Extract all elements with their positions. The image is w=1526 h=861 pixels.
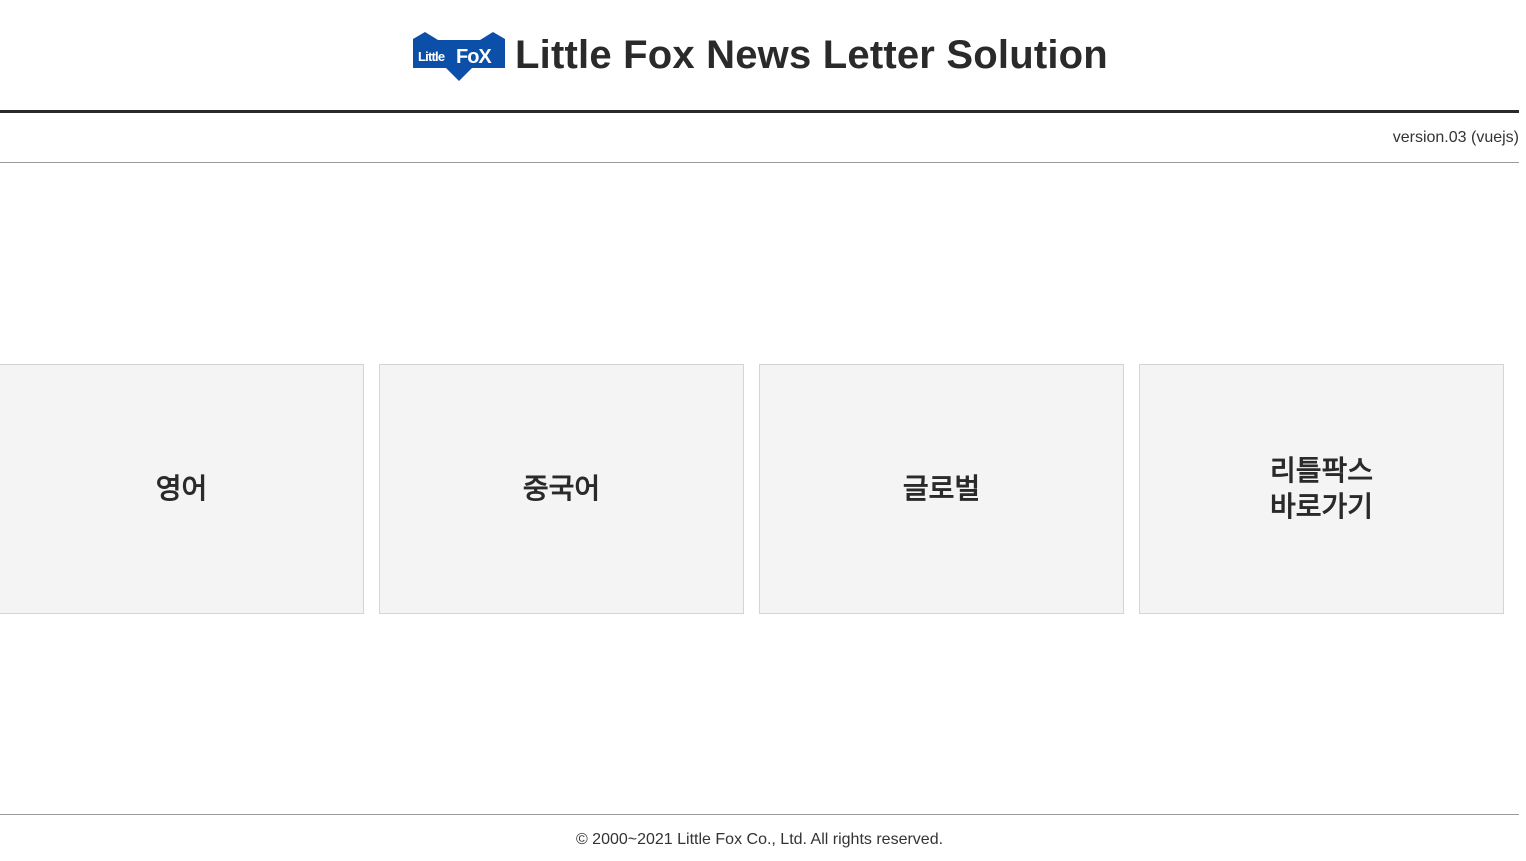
version-label: version.03 (vuejs): [1392, 129, 1519, 146]
menu-card-label: 글로벌: [902, 472, 981, 505]
menu-card-chinese[interactable]: 중국어: [379, 364, 744, 614]
menu-card-global[interactable]: 글로벌: [759, 364, 1124, 614]
menu-card-littlefox-shortcut[interactable]: 리틀팍스 바로가기: [1139, 364, 1504, 614]
site-header: Little FoX Little Fox News Letter Soluti…: [0, 0, 1519, 113]
menu-card-label: 영어: [155, 472, 208, 505]
page-title: Little Fox News Letter Solution: [515, 33, 1108, 77]
menu-card-english[interactable]: 영어: [0, 364, 364, 614]
copyright-text: © 2000~2021 Little Fox Co., Ltd. All rig…: [575, 831, 944, 848]
little-fox-logo[interactable]: Little FoX: [411, 30, 507, 82]
page: Little FoX Little Fox News Letter Soluti…: [0, 0, 1526, 861]
header-brand[interactable]: Little FoX Little Fox News Letter Soluti…: [411, 30, 1108, 82]
menu-card-label: 리틀팍스 바로가기: [1269, 454, 1374, 523]
version-bar: version.03 (vuejs): [0, 113, 1519, 163]
menu-cards: 영어 중국어 글로벌 리틀팍스 바로가기: [0, 364, 1519, 614]
menu-card-label: 중국어: [522, 472, 601, 505]
svg-text:Little: Little: [418, 49, 445, 64]
site-footer: © 2000~2021 Little Fox Co., Ltd. All rig…: [0, 814, 1519, 861]
svg-text:FoX: FoX: [456, 46, 492, 68]
